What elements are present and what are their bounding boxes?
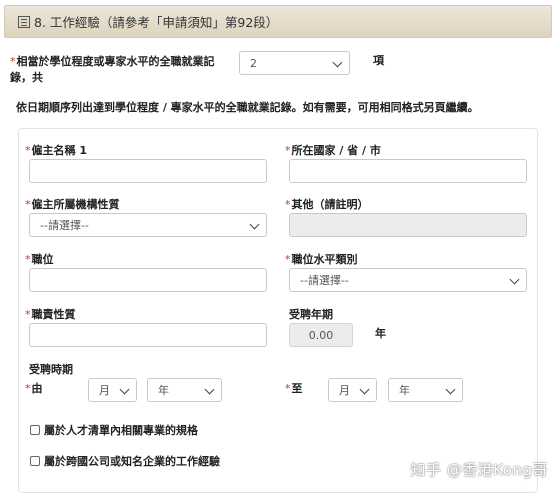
org-nature-label: *僱主所屬機構性質 (25, 198, 120, 211)
chevron-down-icon (249, 219, 260, 230)
talent-list-checkbox[interactable] (30, 425, 40, 435)
years-value: 0.00 (289, 323, 353, 347)
duties-input[interactable] (29, 323, 267, 347)
from-year-select[interactable]: 年 (147, 378, 222, 402)
section-header: 8. 工作經驗（請參考「申請須知」第92段） (4, 5, 552, 38)
chevron-down-icon (332, 57, 343, 68)
employer-name-input[interactable] (29, 159, 267, 183)
document-list-icon (18, 15, 30, 28)
required-asterisk: * (10, 55, 16, 68)
years-unit: 年 (375, 327, 386, 340)
years-label: 受聘年期 (289, 308, 333, 321)
other-label: *其他（請註明） (285, 198, 369, 211)
chevron-down-icon (204, 384, 215, 395)
to-year-select[interactable]: 年 (388, 378, 463, 402)
talent-list-checkbox-row[interactable]: 屬於人才清單內相關專業的規格 (30, 422, 198, 438)
position-label: *職位 (25, 253, 54, 266)
talent-list-checkbox-label: 屬於人才清單內相關專業的規格 (44, 424, 198, 437)
country-input[interactable] (289, 159, 527, 183)
chevron-down-icon (509, 274, 520, 285)
multinational-checkbox-row[interactable]: 屬於跨國公司或知名企業的工作經驗 (30, 453, 220, 469)
position-level-label: *職位水平類別 (285, 253, 358, 266)
employer-name-label: *僱主名稱 1 (25, 144, 87, 157)
experience-count-value: 2 (250, 56, 257, 70)
period-label: 受聘時期 (29, 363, 73, 376)
position-input[interactable] (29, 268, 267, 292)
chevron-down-icon (119, 384, 130, 395)
multinational-checkbox[interactable] (30, 456, 40, 466)
chevron-down-icon (445, 384, 456, 395)
country-label: *所在國家 / 省 / 市 (285, 144, 381, 157)
watermark: 知乎 @香港Kong哥 (410, 461, 548, 479)
from-month-select[interactable]: 月 (88, 378, 137, 402)
position-level-select[interactable]: --請選擇-- (289, 268, 527, 292)
chevron-down-icon (359, 384, 370, 395)
other-input[interactable] (289, 213, 527, 237)
duties-label: *職責性質 (25, 308, 76, 321)
from-label: *由 (25, 382, 43, 395)
instruction-text: 依日期順序列出達到學位程度 / 專家水平的全職就業記錄。如有需要，可用相同格式另… (16, 101, 479, 114)
experience-count-unit: 項 (373, 54, 384, 67)
org-nature-select[interactable]: --請選擇-- (29, 213, 267, 237)
experience-count-label: *相當於學位程度或專家水平的全職就業記錄，共 (10, 55, 215, 84)
to-label: *至 (285, 382, 303, 395)
section-title: 8. 工作經驗（請參考「申請須知」第92段） (34, 15, 279, 30)
to-month-select[interactable]: 月 (328, 378, 377, 402)
experience-count-select[interactable]: 2 (239, 51, 350, 75)
multinational-checkbox-label: 屬於跨國公司或知名企業的工作經驗 (44, 455, 220, 468)
